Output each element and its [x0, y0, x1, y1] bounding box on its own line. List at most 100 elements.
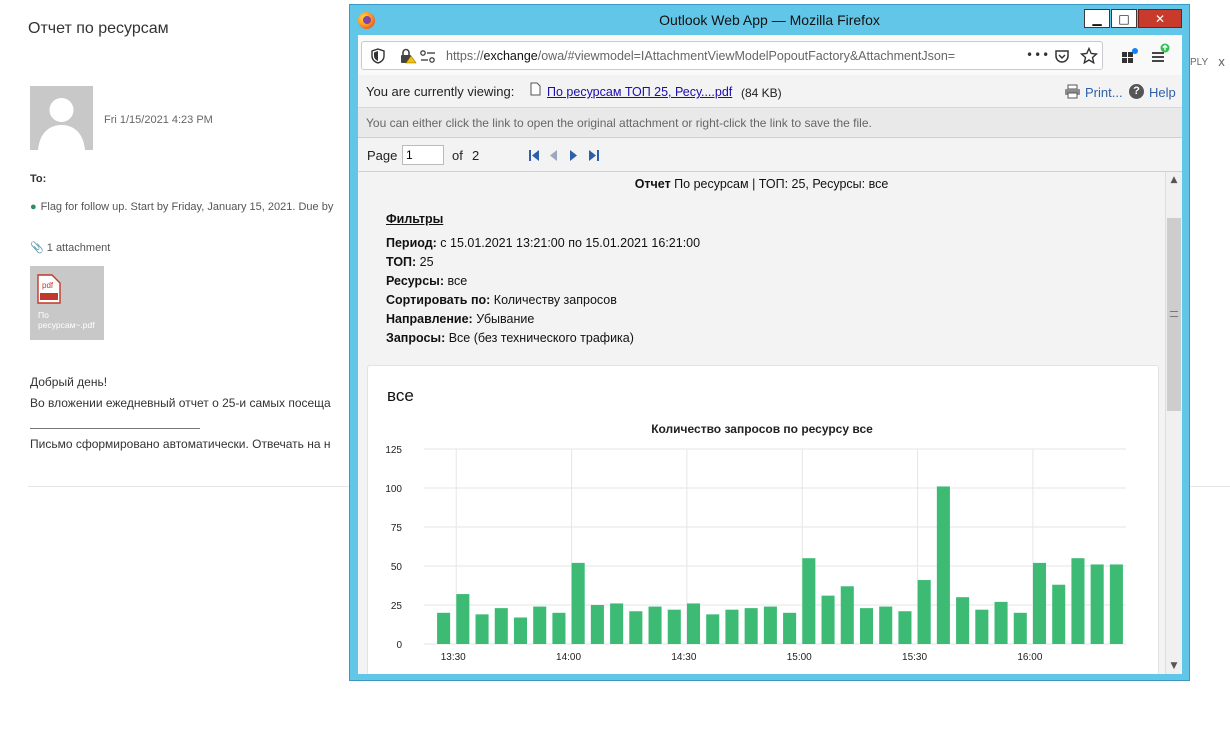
filter-label: Ресурсы: — [386, 274, 444, 288]
filter-resources: Ресурсы: все — [386, 274, 467, 288]
body-greeting: Добрый день! — [30, 375, 108, 389]
url-text[interactable]: https://exchange/owa/#viewmodel=IAttachm… — [446, 49, 1022, 63]
attachment-viewer: You are currently viewing: По ресурсам Т… — [358, 75, 1182, 674]
filter-requests: Запросы: Все (без технического трафика) — [386, 331, 634, 345]
next-page-icon[interactable] — [570, 150, 577, 161]
flag-dot-icon: ● — [30, 201, 37, 213]
chart-bar — [859, 608, 874, 644]
chart-bar — [917, 580, 931, 644]
x-tick-label: 15:00 — [787, 652, 812, 663]
pocket-icon[interactable] — [1054, 48, 1070, 64]
chart-bar — [1013, 612, 1027, 644]
scroll-up-icon[interactable]: ▲ — [1166, 172, 1182, 188]
page-number-input[interactable] — [402, 145, 444, 165]
firefox-window: Outlook Web App — Mozilla Firefox ▁ □ ✕ … — [349, 4, 1190, 681]
y-tick-label: 100 — [385, 484, 402, 495]
chart-bar — [667, 609, 681, 644]
shield-icon[interactable] — [371, 48, 385, 64]
scrollbar-grip — [1170, 311, 1178, 317]
chart-bar — [494, 608, 508, 644]
chart-bar — [706, 614, 720, 644]
page-navigation: Page of 2 — [358, 138, 1182, 172]
bar-chart: Количество запросов по ресурсу все 0 25 50… — [385, 422, 1126, 663]
reply-all-button[interactable]: PLY — [1190, 57, 1208, 68]
body-footer: Письмо сформировано автоматически. Отвеч… — [30, 437, 331, 451]
filter-label: Период: — [386, 236, 437, 250]
filter-label: Запросы: — [386, 331, 446, 345]
window-titlebar[interactable]: Outlook Web App — Mozilla Firefox ▁ □ ✕ — [350, 5, 1189, 35]
y-tick-label: 25 — [391, 601, 403, 612]
chart-bar — [552, 612, 566, 644]
last-page-icon[interactable] — [589, 150, 599, 161]
first-page-icon[interactable] — [529, 150, 539, 161]
chart-title: Количество запросов по ресурсу все — [651, 422, 873, 436]
help-icon[interactable]: ? — [1129, 84, 1144, 99]
chart-bar — [840, 586, 854, 644]
chart-bar — [533, 606, 547, 644]
url-bar[interactable]: https://exchange/owa/#viewmodel=IAttachm… — [361, 41, 1103, 70]
chart-bar — [1032, 562, 1047, 644]
viewer-hint: You can either click the link to open th… — [358, 108, 1182, 138]
close-button[interactable]: ✕ — [1138, 9, 1182, 28]
x-tick-label: 14:00 — [556, 652, 581, 663]
chart-bar — [629, 611, 643, 644]
signature-divider — [30, 428, 200, 429]
chart-bars — [437, 486, 1123, 644]
filter-value: Все (без технического трафика) — [445, 331, 634, 345]
filter-label: Сортировать по: — [386, 293, 491, 307]
flag-text: Flag for follow up. Start by Friday, Jan… — [40, 201, 334, 213]
chart-bar — [1052, 584, 1066, 644]
filter-value: 25 — [416, 255, 434, 269]
url-host: exchange — [483, 49, 538, 63]
total-pages: 2 — [472, 148, 480, 163]
navigation-toolbar: https://exchange/owa/#viewmodel=IAttachm… — [358, 35, 1182, 75]
scroll-down-icon[interactable]: ▼ — [1166, 658, 1182, 674]
minimize-button[interactable]: ▁ — [1084, 9, 1110, 28]
email-date: Fri 1/15/2021 4:23 PM — [104, 114, 213, 126]
chart-bar — [879, 606, 893, 644]
attachment-tile[interactable]: pdf По ресурсам~.pdf — [30, 266, 104, 340]
flag-info[interactable]: ● Flag for follow up. Start by Friday, Ja… — [30, 201, 352, 213]
filter-value: Количеству запросов — [490, 293, 617, 307]
chart-bar — [610, 603, 624, 644]
print-link[interactable]: Print... — [1085, 85, 1123, 100]
url-prefix: https:// — [446, 49, 484, 63]
page-label: Page — [367, 148, 398, 163]
pdf-page: Отчет По ресурсам | ТОП: 25, Ресурсы: вс… — [358, 172, 1165, 674]
chart-bar — [763, 606, 777, 644]
chart-bar — [590, 605, 604, 644]
avatar — [30, 86, 93, 150]
chart-card: все Количество запросов по ресурсу все 0… — [367, 365, 1159, 674]
bookmark-star-icon[interactable] — [1080, 47, 1098, 65]
attachment-count: 📎 1 attachment — [30, 241, 110, 254]
y-tick-label: 0 — [396, 640, 402, 651]
filter-label: ТОП: — [386, 255, 417, 269]
chart-bar — [956, 597, 970, 644]
previous-page-icon[interactable] — [550, 150, 557, 161]
extensions-icon[interactable] — [1121, 47, 1139, 65]
report-header-rest: По ресурсам | ТОП: 25, Ресурсы: все — [670, 177, 889, 191]
of-label: of — [452, 148, 463, 163]
maximize-button[interactable]: □ — [1111, 9, 1137, 28]
chart-bar — [783, 612, 797, 644]
menu-update-icon[interactable] — [1150, 43, 1172, 65]
chart-bar — [686, 603, 701, 644]
printer-icon[interactable] — [1064, 84, 1081, 99]
help-link[interactable]: Help — [1149, 85, 1176, 100]
filter-sort: Сортировать по: Количеству запросов — [386, 293, 617, 307]
x-tick-label: 16:00 — [1017, 652, 1042, 663]
lock-warning-icon[interactable] — [399, 48, 417, 64]
filter-value: с 15.01.2021 13:21:00 по 15.01.2021 16:2… — [436, 236, 701, 250]
filter-period: Период: с 15.01.2021 13:21:00 по 15.01.2… — [386, 236, 700, 250]
chart-bar — [725, 609, 739, 644]
attachment-file-link[interactable]: По ресурсам ТОП 25, Ресу....pdf — [547, 85, 732, 99]
chart-bar — [437, 612, 451, 644]
report-header-bold: Отчет — [634, 177, 671, 191]
chart-bar — [456, 594, 470, 644]
pdf-scrollbar[interactable]: ▲ ▼ — [1165, 172, 1182, 674]
filter-label: Направление: — [386, 312, 473, 326]
page-actions-icon[interactable]: ••• — [1026, 48, 1050, 62]
permissions-icon[interactable] — [420, 50, 436, 63]
paperclip-icon: 📎 — [30, 242, 44, 254]
close-icon[interactable]: x — [1218, 55, 1225, 69]
